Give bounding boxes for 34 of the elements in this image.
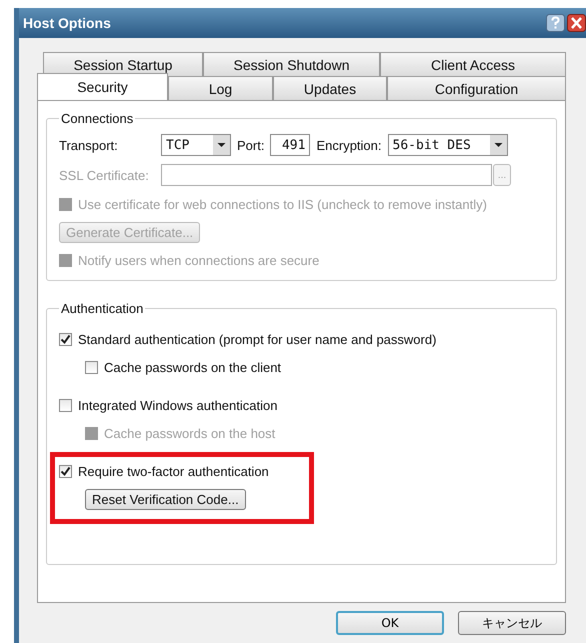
encryption-dropdown[interactable]: 56-bit DES	[388, 134, 508, 156]
tab[interactable]: Session Startup	[43, 52, 203, 76]
checkbox[interactable]	[85, 360, 98, 374]
certificate-field[interactable]	[161, 164, 492, 186]
checkbox-label: Notify users when connections are secure	[78, 252, 320, 268]
field-label: Port:	[237, 138, 264, 152]
tab[interactable]: Configuration	[387, 76, 566, 100]
tab[interactable]: Client Access	[380, 52, 566, 76]
dialog-button[interactable]: キャンセル	[458, 611, 566, 635]
group-title: Connections	[60, 111, 134, 126]
checkbox-label: Integrated Windows authentication	[78, 398, 278, 412]
field-label: Transport:	[59, 138, 119, 152]
field-label: SSL Certificate:	[59, 168, 150, 182]
checkbox-label: Cache passwords on the host	[104, 426, 276, 440]
tab[interactable]: Security	[37, 73, 168, 100]
field-label: Encryption:	[316, 138, 382, 152]
checkbox-label: Require two-factor authentication	[78, 464, 269, 478]
window-title: Host Options	[23, 15, 111, 31]
transport-dropdown[interactable]: TCP	[161, 134, 231, 156]
close-icon[interactable]	[567, 14, 586, 32]
checkbox-label: Standard authentication (prompt for user name and password)	[78, 332, 436, 346]
port-field[interactable]: 491	[270, 134, 310, 156]
group-title: Authentication	[60, 301, 144, 316]
dialog-button[interactable]: OK	[336, 611, 444, 635]
checkbox[interactable]	[59, 464, 72, 478]
checkbox[interactable]	[59, 332, 72, 346]
tab[interactable]: Log	[168, 76, 273, 100]
tab[interactable]: Updates	[273, 76, 387, 100]
help-icon[interactable]	[546, 14, 565, 32]
checkbox-label: Cache passwords on the client	[104, 360, 282, 374]
tab[interactable]: Session Shutdown	[203, 52, 380, 76]
checkbox-label: Use certificate for web connections to IIS (uncheck to remove instantly)	[78, 196, 487, 212]
reset-code-button[interactable]: Reset Verification Code...	[85, 488, 246, 510]
checkbox[interactable]	[59, 398, 72, 412]
